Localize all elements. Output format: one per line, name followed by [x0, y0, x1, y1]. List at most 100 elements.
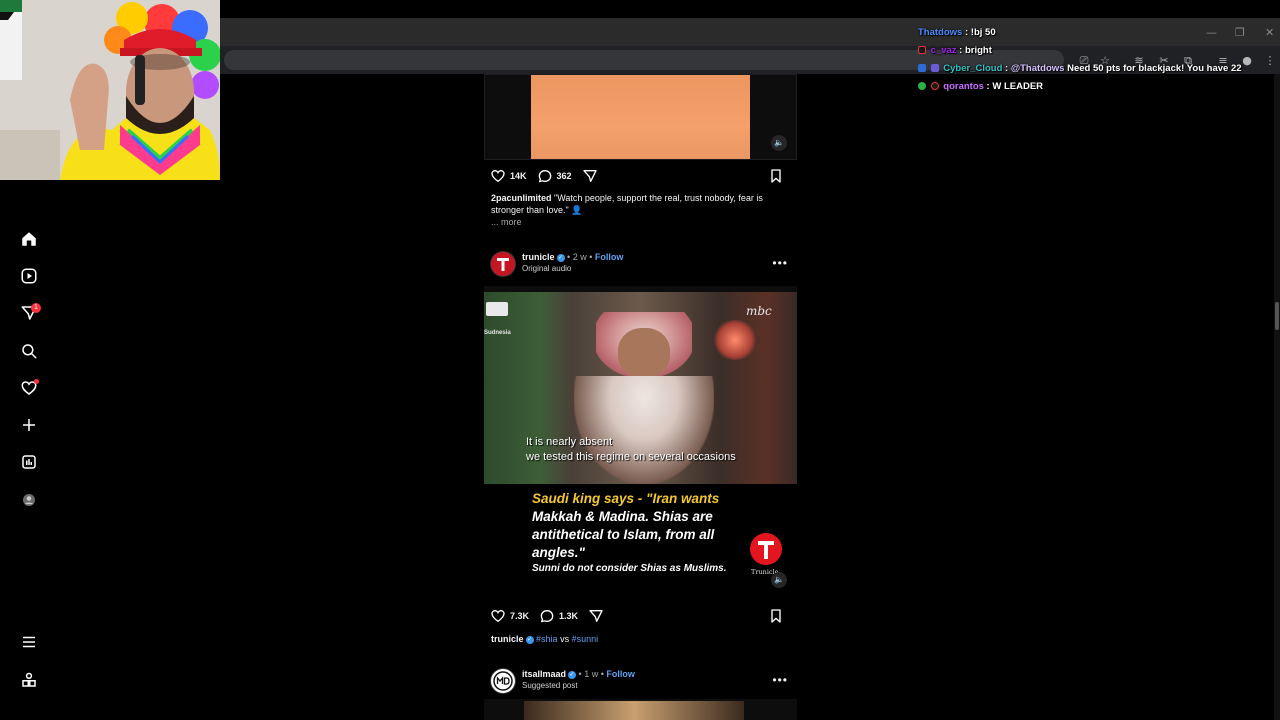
sidebar-notifications[interactable]: [18, 377, 40, 399]
verified-icon: ✓: [525, 635, 534, 644]
share-action[interactable]: [582, 168, 598, 184]
bookmark-icon[interactable]: [768, 608, 784, 624]
post-video[interactable]: 🔈: [484, 74, 797, 160]
like-count: 14K: [510, 171, 527, 181]
chat-text: !bj 50: [970, 27, 996, 38]
like-count: 7.3K: [510, 611, 530, 621]
video-frame: [531, 75, 750, 159]
chat-username: Thatdows: [918, 27, 963, 38]
chat-message: c_vaz : bright: [918, 46, 1258, 64]
suggested-post-label: Suggested post: [522, 681, 578, 690]
chat-username: c_vaz: [930, 45, 957, 56]
lamp-figure: [712, 320, 758, 360]
sidebar-more-apps[interactable]: [18, 669, 40, 691]
chat-badge-icon: [930, 64, 939, 73]
verified-icon: ✓: [556, 253, 565, 262]
chat-badge-icon: [918, 64, 926, 73]
share-action[interactable]: [588, 608, 604, 624]
sidebar-messages[interactable]: 1: [18, 302, 41, 324]
original-audio-link[interactable]: Original audio: [522, 264, 571, 273]
comment-action[interactable]: 1.3K: [539, 608, 578, 624]
chat-message: Thatdows : !bj 50: [918, 27, 996, 38]
post-video[interactable]: mbc Sudnesia It is nearly absent we test…: [484, 286, 797, 600]
follow-button[interactable]: Follow: [606, 669, 635, 679]
person-icon: 👤: [571, 205, 583, 215]
sidebar-create[interactable]: [18, 414, 40, 436]
post-caption: 2pacunlimited "Watch people, support the…: [491, 192, 791, 216]
sidebar-reels[interactable]: [18, 265, 40, 287]
more-options-icon[interactable]: •••: [772, 256, 788, 270]
sidebar-profile[interactable]: [18, 489, 40, 511]
follow-button[interactable]: Follow: [595, 252, 624, 262]
sidebar-home[interactable]: [18, 228, 40, 250]
page-scrollbar[interactable]: [1274, 74, 1280, 720]
dashboard-icon: [22, 455, 36, 469]
chat-message: qorantos : W LEADER: [918, 82, 1258, 100]
video-subtitle-line2: we tested this regime on several occasio…: [526, 451, 736, 463]
volume-icon[interactable]: 🔈: [771, 572, 787, 588]
post-actions: 7.3K 1.3K: [490, 606, 790, 626]
itsallmaad-avatar[interactable]: [490, 668, 516, 694]
share-icon[interactable]: [588, 608, 604, 624]
sudnesia-logo: [486, 302, 508, 316]
plus-icon: [23, 419, 35, 431]
bookmark-icon[interactable]: [768, 168, 784, 184]
verified-icon: ✓: [568, 670, 577, 679]
post-video[interactable]: [484, 699, 797, 720]
caption-more-link[interactable]: ... more: [491, 216, 791, 228]
heart-icon[interactable]: [490, 168, 506, 184]
video-footer-text: Sunni do not consider Shias as Muslims.: [532, 563, 727, 574]
post-author-line: trunicle ✓ • 2 w • Follow: [522, 252, 624, 262]
hashtag-link[interactable]: #sunni: [572, 634, 599, 644]
headline-rest: Makkah & Madina. Shias are antithetical …: [532, 509, 715, 560]
post-username[interactable]: itsallmaad: [522, 669, 566, 679]
post-time: 2 w: [572, 252, 587, 262]
trunicle-avatar[interactable]: [490, 251, 516, 277]
close-icon[interactable]: ✕: [1265, 26, 1274, 39]
reels-icon: [21, 268, 37, 284]
sidebar-search[interactable]: [18, 340, 40, 362]
feed: 🔈 14K 362 2pacunlimited "Watch people, s…: [484, 74, 797, 720]
comment-count: 1.3K: [559, 611, 579, 621]
comment-icon[interactable]: [537, 168, 553, 184]
video-subtitle-line1: It is nearly absent: [526, 436, 613, 448]
sidebar-dashboard[interactable]: [18, 451, 40, 473]
message-count-badge: 1: [31, 303, 41, 313]
profile-avatar-icon: [23, 494, 35, 506]
post-username[interactable]: trunicle: [522, 252, 555, 262]
chat-badge-icon: [930, 82, 939, 91]
headline-highlight: Saudi king says - "Iran wants: [532, 491, 720, 506]
volume-icon[interactable]: 🔈: [771, 135, 787, 151]
home-icon: [22, 232, 36, 246]
post-actions: 14K 362: [490, 166, 790, 186]
webcam-overlay: [0, 0, 220, 180]
caption-text: vs: [560, 634, 570, 644]
chat-username: Cyber_Cloud: [943, 63, 1003, 74]
comment-action[interactable]: 362: [537, 168, 572, 184]
comment-icon[interactable]: [539, 608, 555, 624]
caption-username[interactable]: trunicle: [491, 634, 524, 644]
apps-icon: [22, 672, 36, 687]
notification-dot: [34, 379, 39, 384]
chat-username: qorantos: [943, 81, 984, 92]
post-author-line: itsallmaad ✓ • 1 w • Follow: [522, 669, 635, 679]
chat-text: bright: [964, 45, 992, 56]
like-action[interactable]: 14K: [490, 168, 527, 184]
sidebar-menu[interactable]: [18, 631, 40, 653]
scrollbar-thumb[interactable]: [1275, 302, 1279, 330]
robe-figure: [574, 376, 714, 484]
caption-username[interactable]: 2pacunlimited: [491, 193, 552, 203]
post-time: 1 w: [584, 669, 599, 679]
share-icon[interactable]: [582, 168, 598, 184]
search-icon: [22, 344, 37, 359]
comment-count: 362: [556, 171, 572, 181]
heart-icon[interactable]: [490, 608, 506, 624]
hashtag-link[interactable]: #shia: [536, 634, 558, 644]
chat-badge-icon: [918, 46, 926, 55]
like-action[interactable]: 7.3K: [490, 608, 529, 624]
browser-menu-icon[interactable]: ⋮: [1264, 55, 1276, 67]
mbc-watermark: mbc: [746, 304, 772, 318]
more-options-icon[interactable]: •••: [772, 673, 788, 687]
post-caption: trunicle ✓ #shia vs #sunni: [491, 633, 791, 645]
chat-mention: @Thatdows: [1010, 63, 1065, 74]
